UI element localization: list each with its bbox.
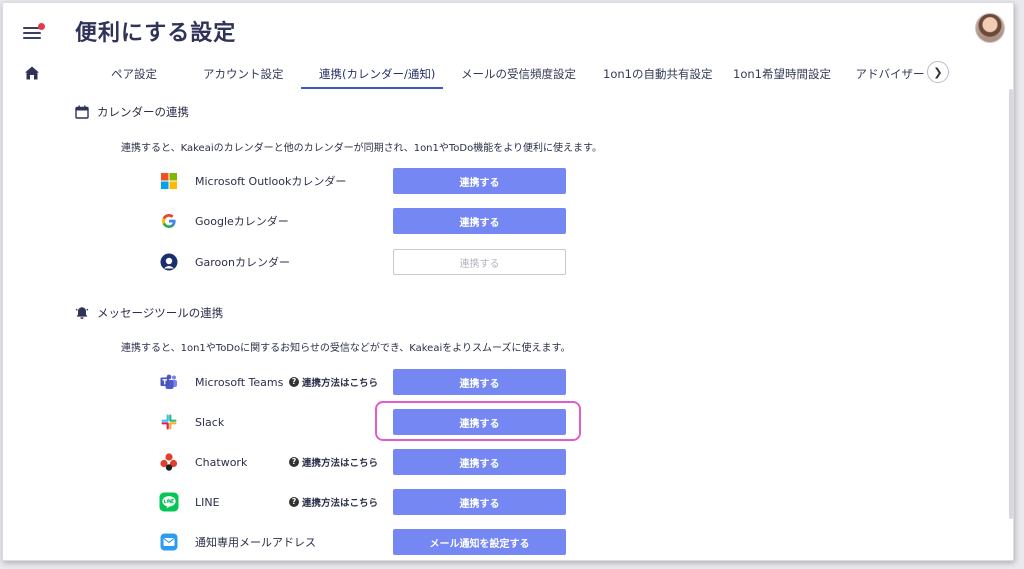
tab-email-frequency[interactable]: メールの受信頻度設定 (443, 59, 585, 89)
app-window: 便利にする設定 ペア設定 アカウント設定 連携(カレンダー/通知) メールの受信… (2, 2, 1014, 561)
line-logo-icon (159, 492, 179, 512)
slack-row: Slack 連携する (159, 409, 569, 435)
connect-garoon-button[interactable]: 連携する (393, 249, 566, 275)
line-help-label: 連携方法はこちら (302, 498, 379, 509)
google-calendar-row: Googleカレンダー 連携する (159, 208, 569, 234)
chatwork-help-link[interactable]: ? 連携方法はこちら (289, 455, 378, 469)
microsoft-teams-icon (159, 372, 179, 392)
connect-google-button[interactable]: 連携する (393, 208, 566, 234)
chatwork-logo-icon (159, 452, 179, 472)
connect-outlook-button[interactable]: 連携する (393, 168, 566, 194)
line-label: LINE (195, 495, 220, 509)
tabs-next-button[interactable]: ❯ (927, 61, 949, 83)
settings-tabs: ペア設定 アカウント設定 連携(カレンダー/通知) メールの受信頻度設定 1on… (83, 59, 927, 91)
slack-logo-icon (159, 412, 179, 432)
notification-email-row: 通知専用メールアドレス メール通知を設定する (159, 529, 569, 555)
connect-line-button[interactable]: 連携する (393, 489, 566, 515)
left-rail (3, 3, 61, 560)
messaging-section-title: メッセージツールの連携 (97, 306, 224, 320)
calendar-section-title: カレンダーの連携 (97, 105, 189, 119)
outlook-calendar-row: Microsoft Outlookカレンダー 連携する (159, 168, 569, 194)
tab-auto-share[interactable]: 1on1の自動共有設定 (585, 59, 715, 89)
question-icon: ? (289, 497, 299, 507)
line-help-link[interactable]: ? 連携方法はこちら (289, 495, 378, 509)
question-icon: ? (289, 377, 299, 387)
chatwork-row: Chatwork ? 連携方法はこちら 連携する (159, 449, 569, 475)
line-row: LINE ? 連携方法はこちら 連携する (159, 489, 569, 515)
tab-integrations[interactable]: 連携(カレンダー/通知) (301, 59, 443, 89)
teams-label: Microsoft Teams (195, 375, 284, 389)
notification-dot (38, 23, 45, 30)
teams-help-label: 連携方法はこちら (302, 378, 379, 389)
notification-email-label: 通知専用メールアドレス (195, 536, 316, 549)
google-logo-icon (159, 211, 179, 231)
teams-help-link[interactable]: ? 連携方法はこちら (289, 375, 378, 389)
garoon-calendar-row: Garoonカレンダー 連携する (159, 249, 569, 275)
microsoft-logo-icon (159, 171, 179, 191)
bell-icon (75, 307, 89, 319)
messaging-section-heading: メッセージツールの連携 (75, 305, 223, 321)
slack-label: Slack (195, 415, 225, 429)
garoon-calendar-label: Garoonカレンダー (195, 256, 290, 269)
chatwork-help-label: 連携方法はこちら (302, 458, 379, 469)
hamburger-menu-icon[interactable] (23, 23, 45, 41)
question-icon: ? (289, 457, 299, 467)
google-calendar-label: Googleカレンダー (195, 215, 289, 228)
garoon-logo-icon (159, 252, 179, 272)
connect-slack-button[interactable]: 連携する (393, 409, 566, 435)
outlook-calendar-label: Microsoft Outlookカレンダー (195, 175, 347, 188)
messaging-section-description: 連携すると、1on1やToDoに関するお知らせの受信などができ、Kakeaiをよ… (121, 343, 571, 354)
calendar-icon (75, 105, 89, 119)
teams-row: Microsoft Teams ? 連携方法はこちら 連携する (159, 369, 569, 395)
mail-icon (159, 532, 179, 552)
tab-account-settings[interactable]: アカウント設定 (185, 59, 301, 89)
page-title: 便利にする設定 (75, 21, 237, 46)
set-email-notification-button[interactable]: メール通知を設定する (393, 529, 566, 555)
calendar-section-description: 連携すると、Kakeaiのカレンダーと他のカレンダーが同期され、1on1やToD… (121, 143, 603, 154)
scrollbar[interactable] (1009, 89, 1013, 519)
tab-pair-settings[interactable]: ペア設定 (83, 59, 185, 89)
chevron-right-icon: ❯ (933, 65, 943, 79)
calendar-section-heading: カレンダーの連携 (75, 104, 189, 120)
tab-preferred-time[interactable]: 1on1希望時間設定 (715, 59, 835, 89)
connect-teams-button[interactable]: 連携する (393, 369, 566, 395)
home-icon[interactable] (24, 65, 40, 81)
chatwork-label: Chatwork (195, 455, 248, 469)
tab-advisor[interactable]: アドバイザー (835, 59, 927, 89)
user-avatar[interactable] (975, 13, 1005, 43)
connect-chatwork-button[interactable]: 連携する (393, 449, 566, 475)
